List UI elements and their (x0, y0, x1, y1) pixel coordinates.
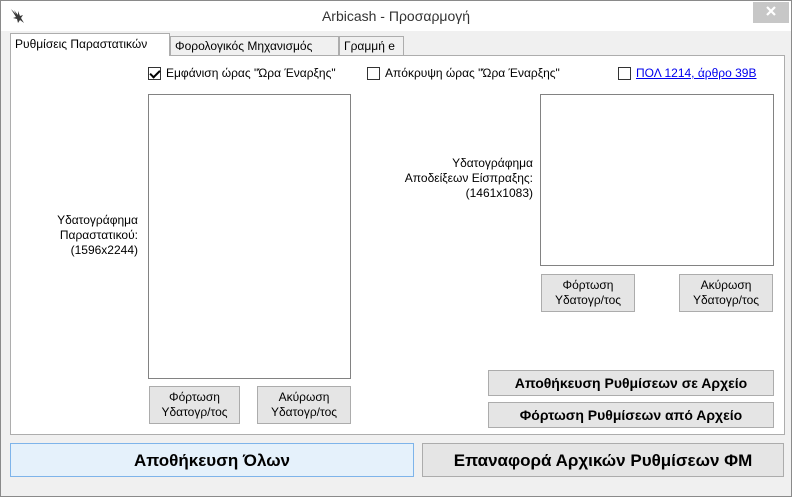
invoice-watermark-preview (148, 94, 351, 379)
load-receipt-watermark-line2: Υδατογρ/τος (554, 293, 622, 307)
save-all-button[interactable]: Αποθήκευση Όλων (10, 443, 414, 477)
receipt-watermark-label-line1: Υδατογράφημα (452, 156, 533, 170)
reset-fiscal-device-settings-button[interactable]: Επαναφορά Αρχικών Ρυθμίσεων ΦΜ (422, 443, 784, 477)
invoice-watermark-label-line1: Υδατογράφημα (57, 213, 138, 227)
close-icon (765, 5, 777, 20)
receipt-watermark-preview (540, 94, 774, 266)
cancel-invoice-watermark-line1: Ακύρωση (278, 390, 330, 404)
load-invoice-watermark-line1: Φόρτωση (169, 390, 220, 404)
tab-fiscal-device[interactable]: Φορολογικός Μηχανισμός (170, 36, 339, 55)
tab-line-e[interactable]: Γραμμή e (339, 36, 404, 55)
settings-window: Arbicash - Προσαρμογή Ρυθμίσεις Παραστατ… (0, 0, 792, 497)
checkbox-checked-icon (148, 66, 161, 80)
tab-invoice-settings[interactable]: Ρυθμίσεις Παραστατικών (10, 33, 170, 56)
cancel-receipt-watermark-line1: Ακύρωση (700, 278, 752, 292)
save-settings-to-file-button[interactable]: Αποθήκευση Ρυθμίσεων σε Αρχείο (488, 370, 774, 396)
invoice-watermark-label-line2: Παραστατικού: (59, 228, 138, 242)
invoice-watermark-size: (1596x2244) (70, 243, 138, 257)
load-invoice-watermark-line2: Υδατογρ/τος (161, 405, 228, 419)
load-settings-from-file-button[interactable]: Φόρτωση Ρυθμίσεων από Αρχείο (488, 402, 774, 428)
invoice-watermark-label: Υδατογράφημα Παραστατικού: (1596x2244) (21, 213, 138, 258)
load-receipt-watermark-button[interactable]: Φόρτωση Υδατογρ/τος (541, 274, 635, 312)
window-title: Arbicash - Προσαρμογή (321, 8, 471, 24)
pol-1214-checkbox[interactable]: ΠΟΛ 1214, άρθρο 39Β (618, 66, 756, 80)
cancel-receipt-watermark-button[interactable]: Ακύρωση Υδατογρ/τος (679, 274, 773, 312)
title-bar: Arbicash - Προσαρμογή (1, 1, 791, 31)
receipt-watermark-label-line2: Αποδείξεων Είσπραξης: (404, 171, 533, 185)
checkbox-unchecked-icon (618, 66, 631, 80)
show-start-time-checkbox[interactable]: Εμφάνιση ώρας "Ώρα Έναρξης" (148, 66, 336, 80)
hide-start-time-checkbox[interactable]: Απόκρυψη ώρας "Ώρα Έναρξης" (367, 66, 560, 80)
receipt-watermark-size: (1461x1083) (465, 186, 533, 200)
receipt-watermark-label: Υδατογράφημα Αποδείξεων Είσπραξης: (1461… (361, 156, 533, 201)
cancel-invoice-watermark-button[interactable]: Ακύρωση Υδατογρ/τος (257, 386, 351, 424)
close-button[interactable] (753, 2, 789, 23)
load-invoice-watermark-button[interactable]: Φόρτωση Υδατογρ/τος (149, 386, 240, 424)
invoice-settings-panel: Εμφάνιση ώρας "Ώρα Έναρξης" Απόκρυψη ώρα… (10, 55, 785, 435)
cancel-receipt-watermark-line2: Υδατογρ/τος (692, 293, 760, 307)
pol-1214-link[interactable]: ΠΟΛ 1214, άρθρο 39Β (636, 66, 756, 80)
show-start-time-label: Εμφάνιση ώρας "Ώρα Έναρξης" (166, 66, 336, 80)
load-receipt-watermark-line1: Φόρτωση (562, 278, 614, 292)
hide-start-time-label: Απόκρυψη ώρας "Ώρα Έναρξης" (385, 66, 560, 80)
cancel-invoice-watermark-line2: Υδατογρ/τος (270, 405, 338, 419)
checkbox-unchecked-icon (367, 66, 380, 80)
